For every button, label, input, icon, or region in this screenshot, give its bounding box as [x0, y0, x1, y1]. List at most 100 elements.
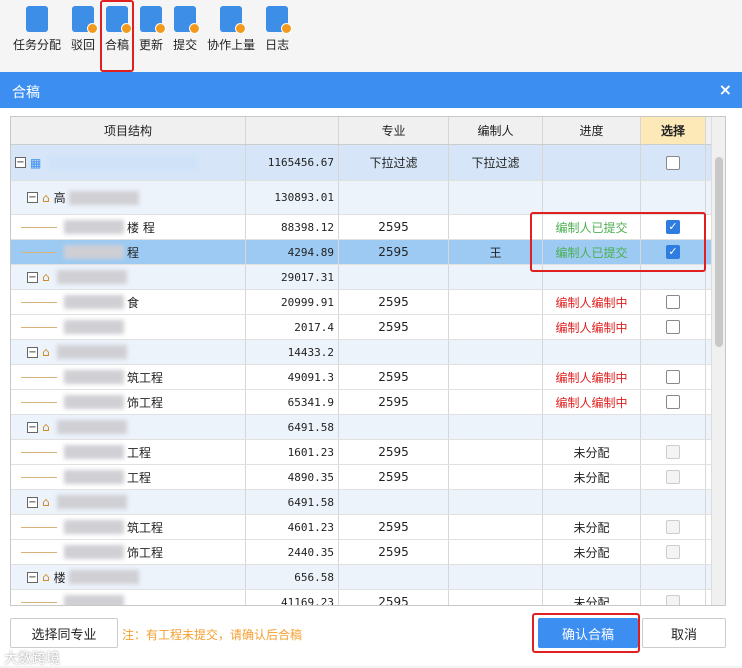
table-row[interactable]: 饰工程 2440.35 2595 未分配 — [11, 540, 725, 565]
table-row[interactable]: 筑工程 49091.3 2595 编制人编制中 — [11, 365, 725, 390]
row-status — [543, 181, 641, 214]
header-specialty: 专业 — [339, 117, 449, 144]
row-name: 饰工程 — [127, 545, 164, 560]
vertical-scrollbar[interactable] — [711, 117, 725, 605]
watermark: 大数跨境 — [4, 651, 60, 667]
row-amount: 41169.23 — [246, 590, 339, 605]
toolbar-button-0[interactable]: 任务分配 — [8, 0, 66, 72]
select-checkbox[interactable] — [666, 320, 680, 334]
select-checkbox — [666, 445, 680, 459]
table-row[interactable]: − ▦ 1165456.67 下拉过滤 下拉过滤 — [11, 145, 725, 181]
header-select[interactable]: 选择 — [641, 117, 706, 144]
close-icon[interactable]: × — [719, 80, 732, 99]
table-row[interactable]: − ⌂ 6491.58 — [11, 415, 725, 440]
toolbar-label: 日志 — [265, 38, 290, 52]
row-status: 未分配 — [543, 515, 641, 539]
row-amount: 6491.58 — [246, 415, 339, 439]
select-same-specialty-button[interactable]: 选择同专业 — [10, 618, 118, 648]
home-icon: ⌂ — [42, 345, 50, 359]
row-amount: 2017.4 — [246, 315, 339, 339]
table-row[interactable]: 工程 1601.23 2595 未分配 — [11, 440, 725, 465]
table-row[interactable]: − ⌂ 6491.58 — [11, 490, 725, 515]
row-status: 编制人编制中 — [543, 365, 641, 389]
collapse-toggle[interactable]: − — [15, 157, 26, 168]
toolbar-button-4[interactable]: 提交 — [168, 0, 202, 72]
collapse-toggle[interactable]: − — [27, 421, 38, 433]
row-amount: 2440.35 — [246, 540, 339, 564]
toolbar-label: 提交 — [173, 38, 198, 52]
table-row[interactable]: − ⌂ 楼 656.58 — [11, 565, 725, 590]
row-specialty — [339, 565, 449, 589]
row-editor — [449, 490, 543, 514]
row-amount: 14433.2 — [246, 340, 339, 364]
toolbar-button-5[interactable]: 协作上量▼ — [202, 0, 260, 80]
collapse-toggle[interactable]: − — [27, 496, 38, 508]
row-status: 编制人编制中 — [543, 290, 641, 314]
toolbar-button-6[interactable]: 日志 — [260, 0, 294, 72]
row-editor — [449, 515, 543, 539]
row-status — [543, 340, 641, 364]
scrollbar-thumb[interactable] — [715, 157, 723, 347]
row-editor — [449, 265, 543, 289]
toolbar-button-1[interactable]: 驳回 — [66, 0, 100, 72]
header-editor: 编制人 — [449, 117, 543, 144]
table-row[interactable]: 工程 4890.35 2595 未分配 — [11, 465, 725, 490]
collab-icon — [220, 6, 247, 34]
row-status — [543, 565, 641, 589]
row-name: 楼 — [53, 570, 66, 585]
table-header: 项目结构 专业 编制人 进度 选择 — [11, 117, 725, 145]
row-amount: 656.58 — [246, 565, 339, 589]
table-row[interactable]: 2017.4 2595 编制人编制中 — [11, 315, 725, 340]
row-amount: 6491.58 — [246, 490, 339, 514]
merge-icon — [106, 6, 133, 34]
dialog-footer: 选择同专业 注：有工程未提交，请确认后合稿 确认合稿 取消 大数跨境 — [0, 608, 742, 667]
row-amount: 20999.91 — [246, 290, 339, 314]
select-checkbox[interactable] — [666, 155, 680, 170]
row-status — [543, 490, 641, 514]
row-status: 未分配 — [543, 440, 641, 464]
row-specialty[interactable]: 下拉过滤 — [339, 145, 449, 180]
row-editor — [449, 590, 543, 605]
row-amount: 29017.31 — [246, 265, 339, 289]
select-checkbox[interactable] — [666, 395, 680, 409]
table-row[interactable]: − ⌂ 14433.2 — [11, 340, 725, 365]
table-row[interactable]: 筑工程 4601.23 2595 未分配 — [11, 515, 725, 540]
table-row[interactable]: 41169.23 2595 未分配 — [11, 590, 725, 605]
toolbar-label: 协作上量 — [207, 38, 256, 52]
toolbar-button-2[interactable]: 合稿 — [100, 0, 135, 72]
row-status: 编制人编制中 — [543, 315, 641, 339]
row-name: 食 — [127, 295, 140, 310]
row-specialty — [339, 265, 449, 289]
table-row[interactable]: 饰工程 65341.9 2595 编制人编制中 — [11, 390, 725, 415]
table-row[interactable]: − ⌂ 高 130893.01 — [11, 181, 725, 215]
table-row[interactable]: 食 20999.91 2595 编制人编制中 — [11, 290, 725, 315]
toolbar-button-3[interactable]: 更新 — [134, 0, 168, 72]
select-checkbox — [666, 595, 680, 605]
row-status: 未分配 — [543, 465, 641, 489]
row-amount: 1601.23 — [246, 440, 339, 464]
row-amount: 130893.01 — [246, 181, 339, 214]
collapse-toggle[interactable]: − — [27, 346, 38, 358]
row-name: 饰工程 — [127, 395, 164, 410]
row-specialty: 2595 — [339, 590, 449, 605]
row-specialty — [339, 340, 449, 364]
collapse-toggle[interactable]: − — [27, 192, 38, 203]
row-status — [543, 145, 641, 180]
select-checkbox[interactable] — [666, 370, 680, 384]
submit-icon — [174, 6, 201, 34]
refresh-icon — [140, 6, 167, 34]
row-amount: 4890.35 — [246, 465, 339, 489]
row-editor — [449, 315, 543, 339]
row-specialty: 2595 — [339, 465, 449, 489]
collapse-toggle[interactable]: − — [27, 271, 38, 283]
row-specialty: 2595 — [339, 390, 449, 414]
row-editor — [449, 390, 543, 414]
cancel-button[interactable]: 取消 — [642, 618, 726, 648]
row-amount: 88398.12 — [246, 215, 339, 239]
collapse-toggle[interactable]: − — [27, 571, 38, 583]
row-editor[interactable]: 下拉过滤 — [449, 145, 543, 180]
home-icon: ⌂ — [42, 270, 50, 284]
row-editor — [449, 540, 543, 564]
row-amount: 4294.89 — [246, 240, 339, 264]
select-checkbox[interactable] — [666, 295, 680, 309]
